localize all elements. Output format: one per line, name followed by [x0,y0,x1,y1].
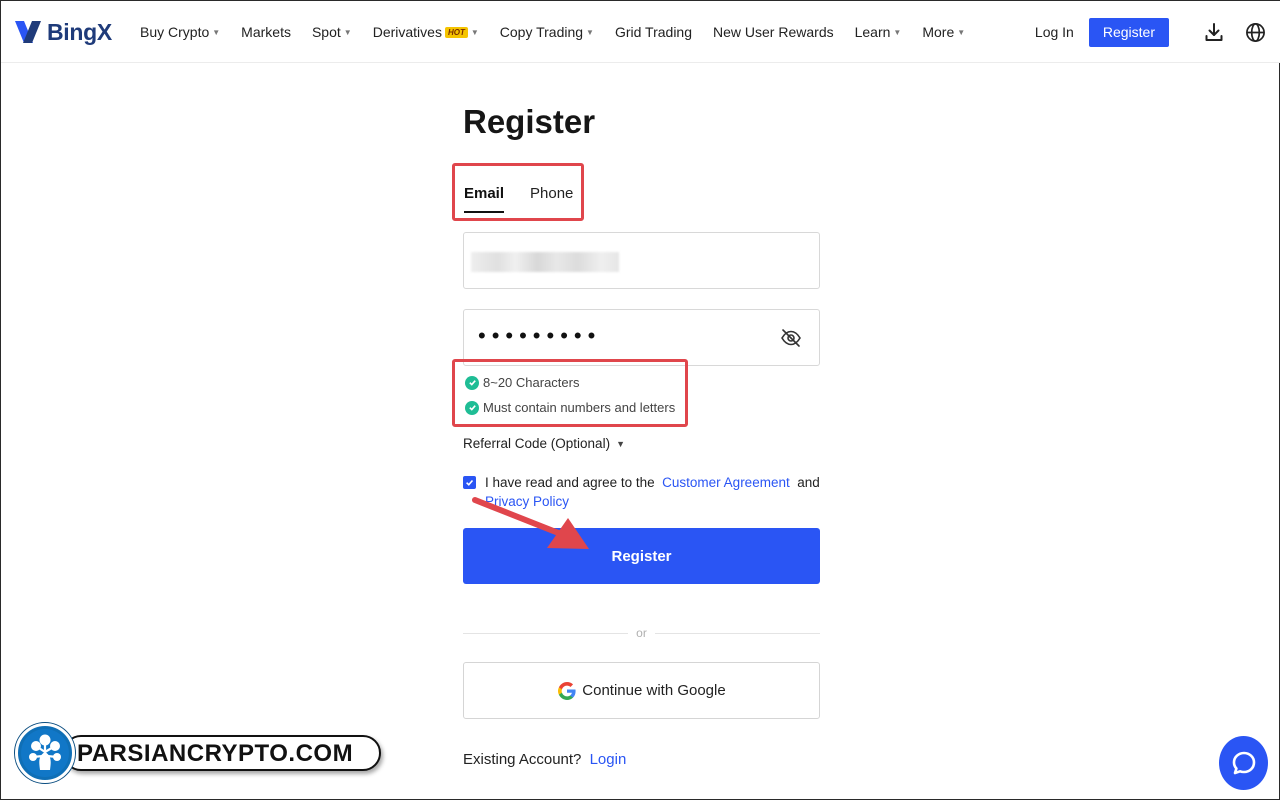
password-value: ••••••••• [478,323,602,348]
caret-down-icon: ▼ [957,27,966,37]
or-divider: or [463,625,821,641]
terms-agreement: I have read and agree to the Customer Ag… [463,473,820,511]
login-method-tabs: Email Phone [452,163,584,221]
nav-copy-trading-label: Copy Trading [499,24,584,40]
bingx-logo[interactable]: BingX [13,17,112,47]
register-submit-button[interactable]: Register [463,528,820,584]
eye-off-icon[interactable] [780,327,802,349]
tab-phone[interactable]: Phone [530,185,573,202]
caret-down-icon: ▼ [586,27,594,37]
divider-line [654,632,821,634]
referral-code-toggle[interactable]: Referral Code (Optional) ▼ [463,436,625,451]
nav-grid-trading[interactable]: Grid Trading [615,24,692,40]
nav-markets-label: Markets [241,24,291,40]
header-register-button[interactable]: Register [1088,17,1169,47]
rule-alphanumeric: Must contain numbers and letters [465,400,675,415]
logo-text: BingX [47,18,112,45]
nav-learn[interactable]: Learn ▼ [855,24,902,40]
privacy-policy-link[interactable]: Privacy Policy [485,494,569,509]
top-navbar: BingX Buy Crypto ▼ Markets Spot ▼ Derivati… [1,1,1280,63]
or-label: or [636,626,647,640]
agree-prefix: I have read and agree to the [485,475,655,490]
watermark: PARSIANCRYPTO.COM [15,723,385,783]
bingx-logo-icon [15,21,41,43]
nav-new-user-rewards[interactable]: New User Rewards [713,24,834,40]
nav-buy-crypto-label: Buy Crypto [140,24,210,40]
page-title: Register [463,103,596,140]
nav-markets[interactable]: Markets [241,24,291,40]
existing-account: Existing Account? Login [463,751,626,768]
nav-spot-label: Spot [311,24,341,40]
caret-down-icon: ▼ [893,27,902,37]
continue-with-google-button[interactable]: Continue with Google [463,662,820,719]
chat-icon [1232,751,1255,775]
nav-more[interactable]: More ▼ [922,24,965,40]
google-label: Continue with Google [582,682,726,699]
nav-grid-trading-label: Grid Trading [614,24,693,40]
rule-length-label: 8~20 Characters [483,375,580,390]
nav-learn-label: Learn [854,24,891,40]
caret-down-icon: ▼ [343,27,352,37]
caret-down-icon: ▼ [212,27,221,37]
nav-more-label: More [922,24,955,40]
agree-and: and [797,475,820,490]
watermark-logo [15,723,75,783]
existing-account-label: Existing Account? [463,751,582,768]
download-icon[interactable] [1202,20,1226,44]
check-icon [465,400,479,415]
agree-checkbox[interactable] [463,476,476,489]
caret-down-icon: ▼ [616,438,625,449]
nav-copy-trading[interactable]: Copy Trading ▼ [500,24,594,40]
caret-down-icon: ▼ [470,27,479,37]
email-field[interactable] [463,232,820,289]
divider-line [463,632,629,634]
nav-buy-crypto[interactable]: Buy Crypto ▼ [140,24,220,40]
nav-new-user-rewards-label: New User Rewards [713,24,834,40]
nav-spot[interactable]: Spot ▼ [312,24,352,40]
tab-email[interactable]: Email [464,185,505,213]
nav-derivatives-label: Derivatives [372,24,442,40]
referral-code-label: Referral Code (Optional) [463,436,611,451]
login-link[interactable]: Log In [1035,24,1074,40]
redacted-email-value [471,252,619,272]
main-nav: Buy Crypto ▼ Markets Spot ▼ Derivatives HOT… [140,1,986,63]
watermark-text: PARSIANCRYPTO.COM [77,740,354,767]
check-icon [465,375,479,390]
nav-derivatives[interactable]: Derivatives HOT ▼ [373,24,479,40]
customer-agreement-link[interactable]: Customer Agreement [662,475,790,490]
header-actions: Log In Register [1035,1,1267,63]
support-chat-button[interactable] [1219,736,1268,790]
hot-badge: HOT [444,26,468,38]
rule-length: 8~20 Characters [465,375,579,390]
globe-icon[interactable] [1243,20,1267,44]
password-rules: 8~20 Characters Must contain numbers and… [452,359,688,427]
password-field[interactable]: ••••••••• [463,309,820,366]
login-bottom-link[interactable]: Login [590,751,627,768]
google-icon [558,681,576,700]
agree-text: I have read and agree to the Customer Ag… [463,473,820,511]
rule-alphanumeric-label: Must contain numbers and letters [483,400,676,415]
